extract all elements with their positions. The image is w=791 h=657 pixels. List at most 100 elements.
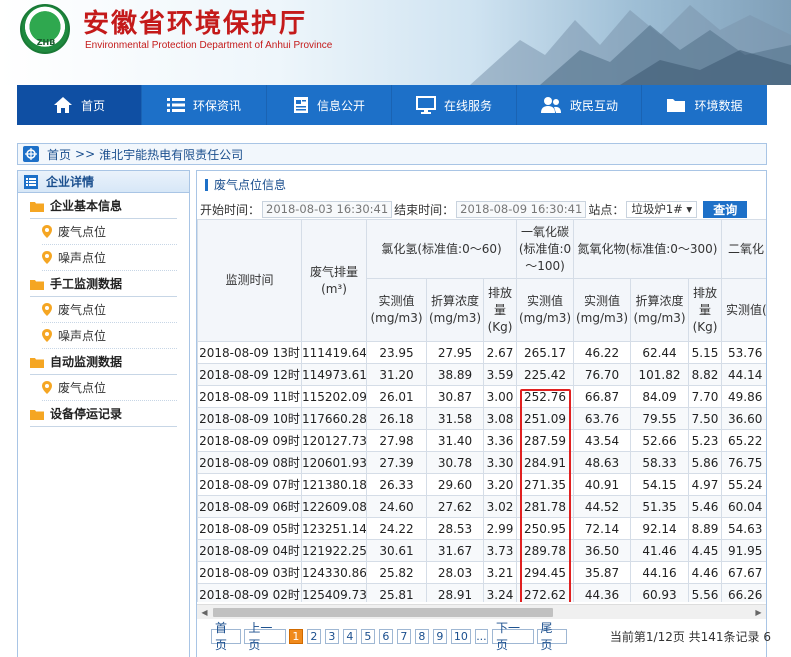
page-number-9[interactable]: 9: [432, 628, 447, 644]
table-cell: 3.20: [483, 473, 517, 496]
sidebar-item-label: 噪声点位: [58, 251, 107, 265]
nav-item-online-service[interactable]: 在线服务: [392, 85, 517, 125]
sidebar-group-outage-records[interactable]: 设备停运记录: [30, 401, 177, 427]
table-cell: 48.63: [573, 451, 631, 474]
table-cell: 2018-08-09 12时: [197, 363, 302, 386]
table-row: 2018-08-09 11时 115202.09 26.01 30.87 3.00 252…: [197, 385, 766, 408]
page-number-4[interactable]: 4: [342, 628, 357, 644]
header-measured: 实测值(mg/m3): [721, 278, 766, 342]
table-cell: 5.46: [688, 495, 722, 518]
sidebar-item-exhaust-point[interactable]: 废气点位: [42, 219, 177, 245]
table-body: 2018-08-09 13时 111419.64 23.95 27.95 2.67 265…: [197, 341, 766, 602]
table-cell: 2018-08-09 04时: [197, 539, 302, 562]
table-cell: 44.16: [630, 561, 689, 584]
sidebar-group-manual-monitoring[interactable]: 手工监测数据: [30, 271, 177, 297]
breadcrumb-home-link[interactable]: 首页: [47, 146, 71, 163]
sidebar-item-noise-point[interactable]: 噪声点位: [42, 245, 177, 271]
header-emission: 排放量(Kg): [483, 278, 517, 342]
nav-item-news[interactable]: 环保资讯: [142, 85, 267, 125]
location-pin-icon: [42, 225, 52, 238]
first-page-button[interactable]: 首页: [211, 621, 242, 652]
location-pin-icon: [42, 251, 52, 264]
table-cell: 5.86: [688, 451, 722, 474]
table-row: 2018-08-09 10时 117660.28 26.18 31.58 3.08 251…: [197, 407, 766, 430]
sidebar-group-auto-monitoring[interactable]: 自动监测数据: [30, 349, 177, 375]
table-cell: 76.70: [573, 363, 631, 386]
location-pin-icon: [42, 381, 52, 394]
table-cell: 28.03: [426, 561, 484, 584]
table-cell: 27.98: [366, 429, 427, 452]
sidebar-item-exhaust-point[interactable]: 废气点位: [42, 297, 177, 323]
prev-page-button[interactable]: 上一页: [244, 621, 286, 652]
table-cell: 62.44: [630, 341, 689, 364]
table-cell: 5.15: [688, 341, 722, 364]
table-cell: 30.78: [426, 451, 484, 474]
breadcrumb-separator: >>: [75, 147, 96, 161]
table-cell: 272.62: [516, 583, 574, 602]
sidebar-group-label: 自动监测数据: [50, 355, 123, 369]
start-time-input[interactable]: 2018-08-03 16:30:41: [262, 200, 393, 218]
page-number-6[interactable]: 6: [378, 628, 393, 644]
folder-icon: [30, 200, 44, 212]
table-cell: 66.87: [573, 385, 631, 408]
page-number-2[interactable]: 2: [306, 628, 321, 644]
table-cell: 36.50: [573, 539, 631, 562]
table-cell: 31.20: [366, 363, 427, 386]
table-cell: 2018-08-09 05时: [197, 517, 302, 540]
table-cell: 27.39: [366, 451, 427, 474]
horizontal-scrollbar[interactable]: ◀ ▶: [197, 604, 766, 619]
page-number-8[interactable]: 8: [414, 628, 429, 644]
next-page-button[interactable]: 下一页: [492, 621, 534, 652]
page-number-3[interactable]: 3: [324, 628, 339, 644]
site-select[interactable]: 垃圾炉1# ▾: [626, 200, 698, 218]
table-cell: 44.52: [573, 495, 631, 518]
nav-item-disclosure[interactable]: 信息公开: [267, 85, 392, 125]
table-cell: 101.82: [630, 363, 689, 386]
header-converted: 折算浓度(mg/m3): [426, 278, 484, 342]
monitor-icon: [415, 96, 436, 114]
header-measured: 实测值(mg/m3): [516, 278, 574, 342]
scroll-left-icon[interactable]: ◀: [197, 605, 212, 620]
table-cell: 251.09: [516, 407, 574, 430]
table-cell: 2018-08-09 08时: [197, 451, 302, 474]
data-table-container[interactable]: 监测时间 废气排量(m³) 氯化氢(标准值:0～60) 一氧化碳(标准值:0～1…: [197, 219, 766, 602]
header-group-co: 一氧化碳(标准值:0～100): [516, 219, 574, 279]
list-icon: [166, 98, 185, 112]
scrollbar-thumb[interactable]: [213, 608, 553, 617]
scroll-right-icon[interactable]: ▶: [751, 605, 766, 620]
table-cell: 24.22: [366, 517, 427, 540]
pagination: 首页 上一页 1 2 3 4 5 6 7 8 9 10 ... 下一页 尾页 当前第1/12页 共…: [211, 621, 771, 652]
table-row: 2018-08-09 05时 123251.14 24.22 28.53 2.99 250…: [197, 517, 766, 540]
table-cell: 3.24: [483, 583, 517, 602]
nav-item-home[interactable]: 首页: [17, 85, 142, 125]
end-time-input[interactable]: 2018-08-09 16:30:41: [456, 200, 587, 218]
sidebar-group-label: 设备停运记录: [50, 407, 123, 421]
table-cell: 44.14: [721, 363, 766, 386]
page-number-10[interactable]: 10: [450, 628, 471, 644]
page-number-1[interactable]: 1: [288, 628, 303, 644]
table-cell: 84.09: [630, 385, 689, 408]
header-measured: 实测值(mg/m3): [573, 278, 631, 342]
table-cell: 24.60: [366, 495, 427, 518]
sidebar-group-basic-info[interactable]: 企业基本信息: [30, 193, 177, 219]
breadcrumb: 首页 >> 淮北宇能热电有限责任公司: [17, 143, 767, 165]
table-cell: 121380.18: [301, 473, 367, 496]
table-row: 2018-08-09 04时 121922.25 30.61 31.67 3.73 289…: [197, 539, 766, 562]
header-group-hcl: 氯化氢(标准值:0～60): [366, 219, 517, 279]
section-marker: [205, 178, 208, 191]
last-page-button[interactable]: 尾页: [536, 621, 567, 652]
nav-item-interaction[interactable]: 政民互动: [517, 85, 642, 125]
table-cell: 72.14: [573, 517, 631, 540]
sidebar-item-exhaust-point[interactable]: 废气点位: [42, 375, 177, 401]
table-cell: 120127.73: [301, 429, 367, 452]
table-row: 2018-08-09 08时 120601.93 27.39 30.78 3.30 284…: [197, 451, 766, 474]
header-emission: 排放量(Kg): [688, 278, 722, 342]
sidebar-group-label: 手工监测数据: [50, 277, 123, 291]
query-button[interactable]: 查询: [703, 200, 748, 218]
sidebar-item-noise-point[interactable]: 噪声点位: [42, 323, 177, 349]
page-number-7[interactable]: 7: [396, 628, 411, 644]
table-cell: 43.54: [573, 429, 631, 452]
nav-item-env-data[interactable]: 环境数据: [642, 85, 767, 125]
folder-icon: [30, 408, 44, 420]
page-number-5[interactable]: 5: [360, 628, 375, 644]
